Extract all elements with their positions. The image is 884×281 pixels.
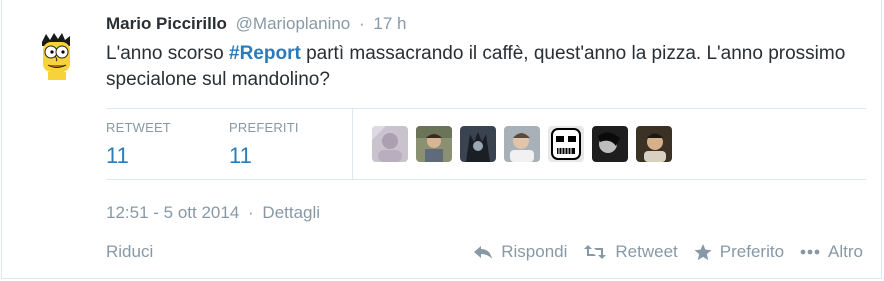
retweet-label: Retweet [615,242,678,261]
favoriter-avatar[interactable] [460,126,496,162]
hashtag-word: Report [239,43,301,64]
favoriter-avatar[interactable] [372,126,408,162]
details-link[interactable]: Dettagli [262,203,320,222]
favoriter-avatar[interactable] [504,126,540,162]
star-icon [694,243,712,260]
collapse-link[interactable]: Riduci [106,242,153,262]
hashtag-link[interactable]: #Report [229,43,301,64]
retweet-icon [584,245,607,259]
divider-top [106,108,866,109]
tweet-metadata: 12:51 - 5 ott 2014 · Dettagli [106,203,320,223]
favoriter-avatar[interactable] [636,126,672,162]
favorite-label: Preferito [719,242,785,261]
favoriter-avatar[interactable] [592,126,628,162]
favorite-stat[interactable]: PREFERITI 11 [229,120,299,169]
reply-action[interactable]: Rispondi [473,242,567,262]
tweet-actions: Rispondi Retweet Preferito Altro [457,242,863,262]
header-separator: · [359,14,365,33]
author-name[interactable]: Mario Piccirillo [106,14,227,33]
more-action[interactable]: Altro [800,242,863,262]
tweet-text-start: L'anno scorso [106,43,229,64]
reply-icon [474,246,493,259]
more-dots-icon [800,249,820,255]
favoriter-avatars [372,126,672,162]
retweet-stat-count: 11 [106,143,129,168]
more-label: Altro [828,242,863,261]
tweet-time[interactable]: 17 h [373,14,406,33]
metadata-separator: · [248,203,254,222]
tweet-card: Mario Piccirillo @Marioplanino · 17 h L'… [1,0,882,279]
favorite-stat-label: PREFERITI [229,120,299,135]
stats-divider [352,109,353,179]
author-handle[interactable]: @Marioplanino [236,14,351,33]
favorite-action[interactable]: Preferito [694,242,784,262]
author-avatar[interactable] [36,32,76,80]
favorite-stat-count: 11 [229,143,252,168]
favoriter-avatar[interactable] [416,126,452,162]
divider-bottom [106,179,866,180]
reply-label: Rispondi [501,242,568,261]
favoriter-avatar[interactable] [548,126,584,162]
retweet-action[interactable]: Retweet [583,242,678,262]
tweet-text: L'anno scorso #Report partì massacrando … [106,41,866,93]
retweet-stat-label: RETWEET [106,120,171,135]
retweet-stat[interactable]: RETWEET 11 [106,120,171,169]
tweet-timestamp[interactable]: 12:51 - 5 ott 2014 [106,203,239,222]
tweet-header: Mario Piccirillo @Marioplanino · 17 h [106,14,407,34]
hashtag-symbol: # [228,43,240,64]
